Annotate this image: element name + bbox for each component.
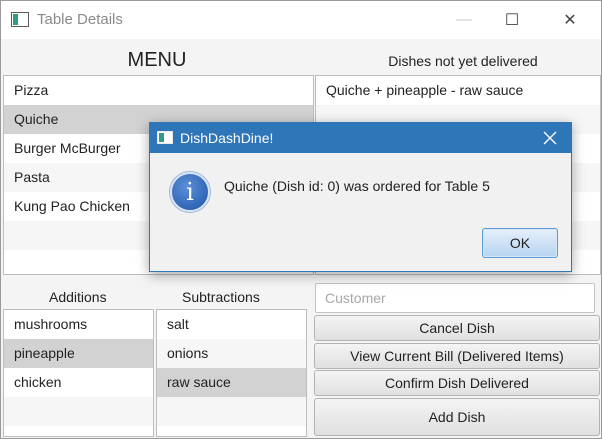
list-item[interactable]: raw sauce: [157, 368, 306, 397]
maximize-icon: ☐: [504, 12, 520, 29]
dialog-app-icon: [157, 131, 173, 144]
list-item[interactable]: Pizza: [4, 76, 313, 105]
view-bill-button[interactable]: View Current Bill (Delivered Items): [314, 343, 600, 369]
customer-input[interactable]: [315, 283, 595, 313]
minimize-icon: —: [456, 11, 472, 28]
add-dish-button[interactable]: Add Dish: [314, 398, 600, 436]
window-title: Table Details: [37, 11, 123, 28]
confirm-delivered-button[interactable]: Confirm Dish Delivered: [314, 370, 600, 396]
dialog-message: Quiche (Dish id: 0) was ordered for Tabl…: [224, 178, 490, 194]
cancel-dish-button[interactable]: Cancel Dish: [314, 315, 600, 341]
pending-heading: Dishes not yet delivered: [388, 53, 538, 69]
list-item[interactable]: onions: [157, 339, 306, 368]
additions-heading: Additions: [49, 289, 107, 305]
empty-list-row: [157, 397, 306, 426]
minimize-button[interactable]: —: [441, 1, 487, 39]
dialog-body: i Quiche (Dish id: 0) was ordered for Ta…: [150, 153, 571, 271]
dialog-close-button[interactable]: [534, 124, 566, 152]
close-icon: ✕: [563, 12, 577, 29]
maximize-button[interactable]: ☐: [489, 1, 535, 39]
ok-button[interactable]: OK: [482, 228, 558, 258]
info-icon: i: [170, 172, 210, 212]
additions-list[interactable]: mushrooms pineapple chicken: [3, 309, 154, 437]
close-icon: [543, 131, 557, 145]
list-item[interactable]: mushrooms: [4, 310, 153, 339]
subtractions-heading: Subtractions: [182, 289, 260, 305]
close-button[interactable]: ✕: [547, 1, 593, 39]
list-item[interactable]: pineapple: [4, 339, 153, 368]
subtractions-list[interactable]: salt onions raw sauce: [156, 309, 307, 437]
list-item[interactable]: Quiche + pineapple - raw sauce: [316, 76, 600, 105]
dialog-title-bar[interactable]: DishDashDine!: [150, 123, 571, 153]
order-confirmation-dialog: DishDashDine! i Quiche (Dish id: 0) was …: [149, 122, 572, 272]
menu-heading: MENU: [127, 49, 187, 71]
title-bar[interactable]: Table Details — ☐ ✕: [1, 1, 601, 39]
empty-list-row: [4, 397, 153, 426]
list-item[interactable]: chicken: [4, 368, 153, 397]
dialog-title: DishDashDine!: [180, 130, 274, 146]
empty-list-row: [4, 426, 153, 436]
list-item[interactable]: salt: [157, 310, 306, 339]
app-icon: [11, 12, 29, 27]
empty-list-row: [157, 426, 306, 436]
